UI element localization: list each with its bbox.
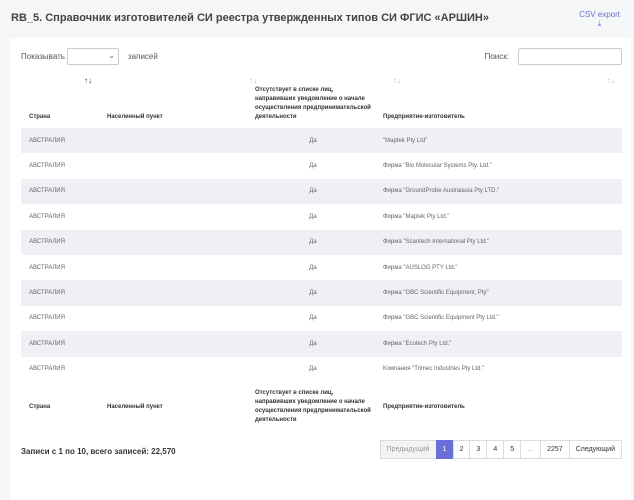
table-row: АВСТРАЛИЯ Да Фирма "GBC Scientific Equipme… (21, 280, 622, 306)
column-footer-3: Отсутствует в списке лиц, направивших ув… (255, 390, 371, 424)
cell-country: АВСТРАЛИЯ (29, 188, 65, 195)
manufacturers-table: Страна ↑↓ Населенный пункт ↑↓ Отсутствует в … (21, 72, 622, 433)
records-info: Записи с 1 по 10, всего записей: 22,570 (21, 447, 176, 456)
table-row: АВСТРАЛИЯ Да Фирма "Maptek Pty Ltd." (21, 204, 622, 229)
sort-icon[interactable]: ↑↓ (607, 76, 615, 85)
search-input[interactable] (518, 48, 622, 65)
cell-country: АВСТРАЛИЯ (29, 163, 65, 170)
table-controls: Показывать ⌄ записей Поиск: (21, 48, 622, 65)
cell-country: АВСТРАЛИЯ (29, 340, 65, 347)
cell-not-in-list: Да (309, 315, 317, 322)
column-header-label: Населенный пункт (107, 114, 163, 120)
sort-icon[interactable]: ↑↓ (84, 76, 92, 85)
column-header-label: Страна (29, 114, 51, 120)
cell-not-in-list: Да (309, 188, 317, 195)
cell-manufacturer: Фирма "Scantech International Pty Ltd." (383, 239, 490, 246)
table-body: АВСТРАЛИЯ Да "Maptek Pty Ltd" АВСТРАЛИЯ Да Фи… (21, 128, 622, 382)
cell-manufacturer: "Maptek Pty Ltd" (383, 137, 428, 144)
cell-not-in-list: Да (309, 163, 317, 170)
page-button-3[interactable]: 3 (469, 440, 488, 459)
csv-export-label: CSV export (579, 10, 620, 19)
table-row: АВСТРАЛИЯ Да Компания "Trimec Industries P… (21, 357, 622, 382)
table-row: АВСТРАЛИЯ Да Фирма "GBC Scientific Equipme… (21, 306, 622, 331)
cell-country: АВСТРАЛИЯ (29, 213, 65, 220)
column-footer-1: Страна (29, 403, 51, 410)
cell-country: АВСТРАЛИЯ (29, 315, 65, 322)
prev-page-button[interactable]: Предыдущий (379, 440, 437, 459)
cell-not-in-list: Да (309, 213, 317, 220)
page-button-2[interactable]: 2 (452, 440, 471, 459)
column-header-1[interactable]: Страна ↑↓ (21, 72, 99, 128)
chevron-down-icon: ⌄ (108, 51, 115, 60)
cell-not-in-list: Да (309, 137, 317, 144)
pagination: Предыдущий 1 2 3 4 5… 2257 Следующий (379, 440, 622, 459)
table-header-row: Страна ↑↓ Населенный пункт ↑↓ Отсутствует в … (21, 72, 622, 128)
table-row: АВСТРАЛИЯ Да Фирма "Bio Molecular Systems … (21, 153, 622, 178)
column-header-2[interactable]: Населенный пункт ↑↓ (99, 72, 257, 128)
table-row: АВСТРАЛИЯ Да Фирма "AUSLOG PTY Ltd." (21, 255, 622, 280)
cell-manufacturer: Фирма "GBC Scientific Equipment, Pty" (383, 290, 489, 297)
page-button-2257[interactable]: 2257 (540, 440, 570, 459)
cell-country: АВСТРАЛИЯ (29, 239, 65, 246)
cell-country: АВСТРАЛИЯ (29, 366, 65, 373)
column-footer-4: Предприятие-изготовитель (383, 403, 465, 410)
cell-city (99, 204, 247, 229)
pagination-ellipsis: … (520, 440, 542, 459)
cell-country: АВСТРАЛИЯ (29, 137, 65, 144)
cell-manufacturer: Фирма "GroundProbe Australasia Pty LTD." (383, 188, 500, 195)
page-title: RB_5. Справочник изготовителей СИ реестр… (11, 12, 489, 24)
table-footer-row: Страна Населенный пункт Отсутствует в спис… (21, 382, 622, 433)
cell-country: АВСТРАЛИЯ (29, 264, 65, 271)
page-button-4[interactable]: 4 (486, 440, 505, 459)
column-footer-2: Населенный пункт (107, 403, 163, 410)
download-icon: ⤓ (597, 19, 602, 28)
column-header-3[interactable]: Отсутствует в списке лиц, направивших ув… (247, 72, 401, 128)
column-header-4[interactable]: Предприятие-изготовитель ↑↓ (375, 72, 622, 128)
cell-manufacturer: Компания "Trimec Industries Pty Ltd." (383, 366, 485, 373)
cell-city (99, 128, 247, 153)
cell-city (99, 179, 247, 204)
cell-city (99, 357, 247, 382)
csv-export-button[interactable]: CSV export ⤓ (579, 10, 620, 28)
table-row: АВСТРАЛИЯ Да Фирма "Scantech International… (21, 229, 622, 255)
table-row: АВСТРАЛИЯ Да Фирма "Ecotech Pty Ltd." (21, 331, 622, 357)
page-button-5[interactable]: 5 (503, 440, 522, 459)
cell-not-in-list: Да (309, 340, 317, 347)
table-row: АВСТРАЛИЯ Да "Maptek Pty Ltd" (21, 128, 622, 154)
cell-city (99, 153, 247, 178)
page-button-1[interactable]: 1 (435, 440, 454, 459)
entries-per-page-select[interactable]: ⌄ (67, 48, 119, 65)
cell-city (99, 306, 247, 331)
cell-manufacturer: Фирма "Ecotech Pty Ltd." (383, 340, 452, 347)
column-header-label: Отсутствует в списке лиц, направивших ув… (255, 87, 371, 120)
entries-label: записей (128, 52, 158, 61)
cell-city (99, 331, 247, 356)
cell-not-in-list: Да (309, 239, 317, 246)
cell-manufacturer: Фирма "AUSLOG PTY Ltd." (383, 264, 458, 271)
show-entries-label: Показывать (21, 52, 65, 61)
cell-manufacturer: Фирма "GBC Scientific Equipment Pty Ltd.… (383, 315, 499, 322)
cell-not-in-list: Да (309, 366, 317, 373)
cell-manufacturer: Фирма "Maptek Pty Ltd." (383, 213, 450, 220)
search-label: Поиск: (484, 52, 509, 61)
cell-city (99, 255, 247, 280)
table-row: АВСТРАЛИЯ Да Фирма "GroundProbe Australasi… (21, 178, 622, 205)
next-page-button[interactable]: Следующий (568, 440, 622, 459)
cell-not-in-list: Да (309, 290, 317, 297)
column-header-label: Предприятие-изготовитель (383, 114, 465, 120)
cell-country: АВСТРАЛИЯ (29, 290, 65, 297)
cell-city (99, 230, 247, 255)
cell-not-in-list: Да (309, 264, 317, 271)
data-table-card: Показывать ⌄ записей Поиск: Страна ↑↓ Насе… (10, 38, 631, 500)
cell-manufacturer: Фирма "Bio Molecular Systems Pty. Ltd." (383, 163, 492, 170)
cell-city (99, 280, 247, 305)
